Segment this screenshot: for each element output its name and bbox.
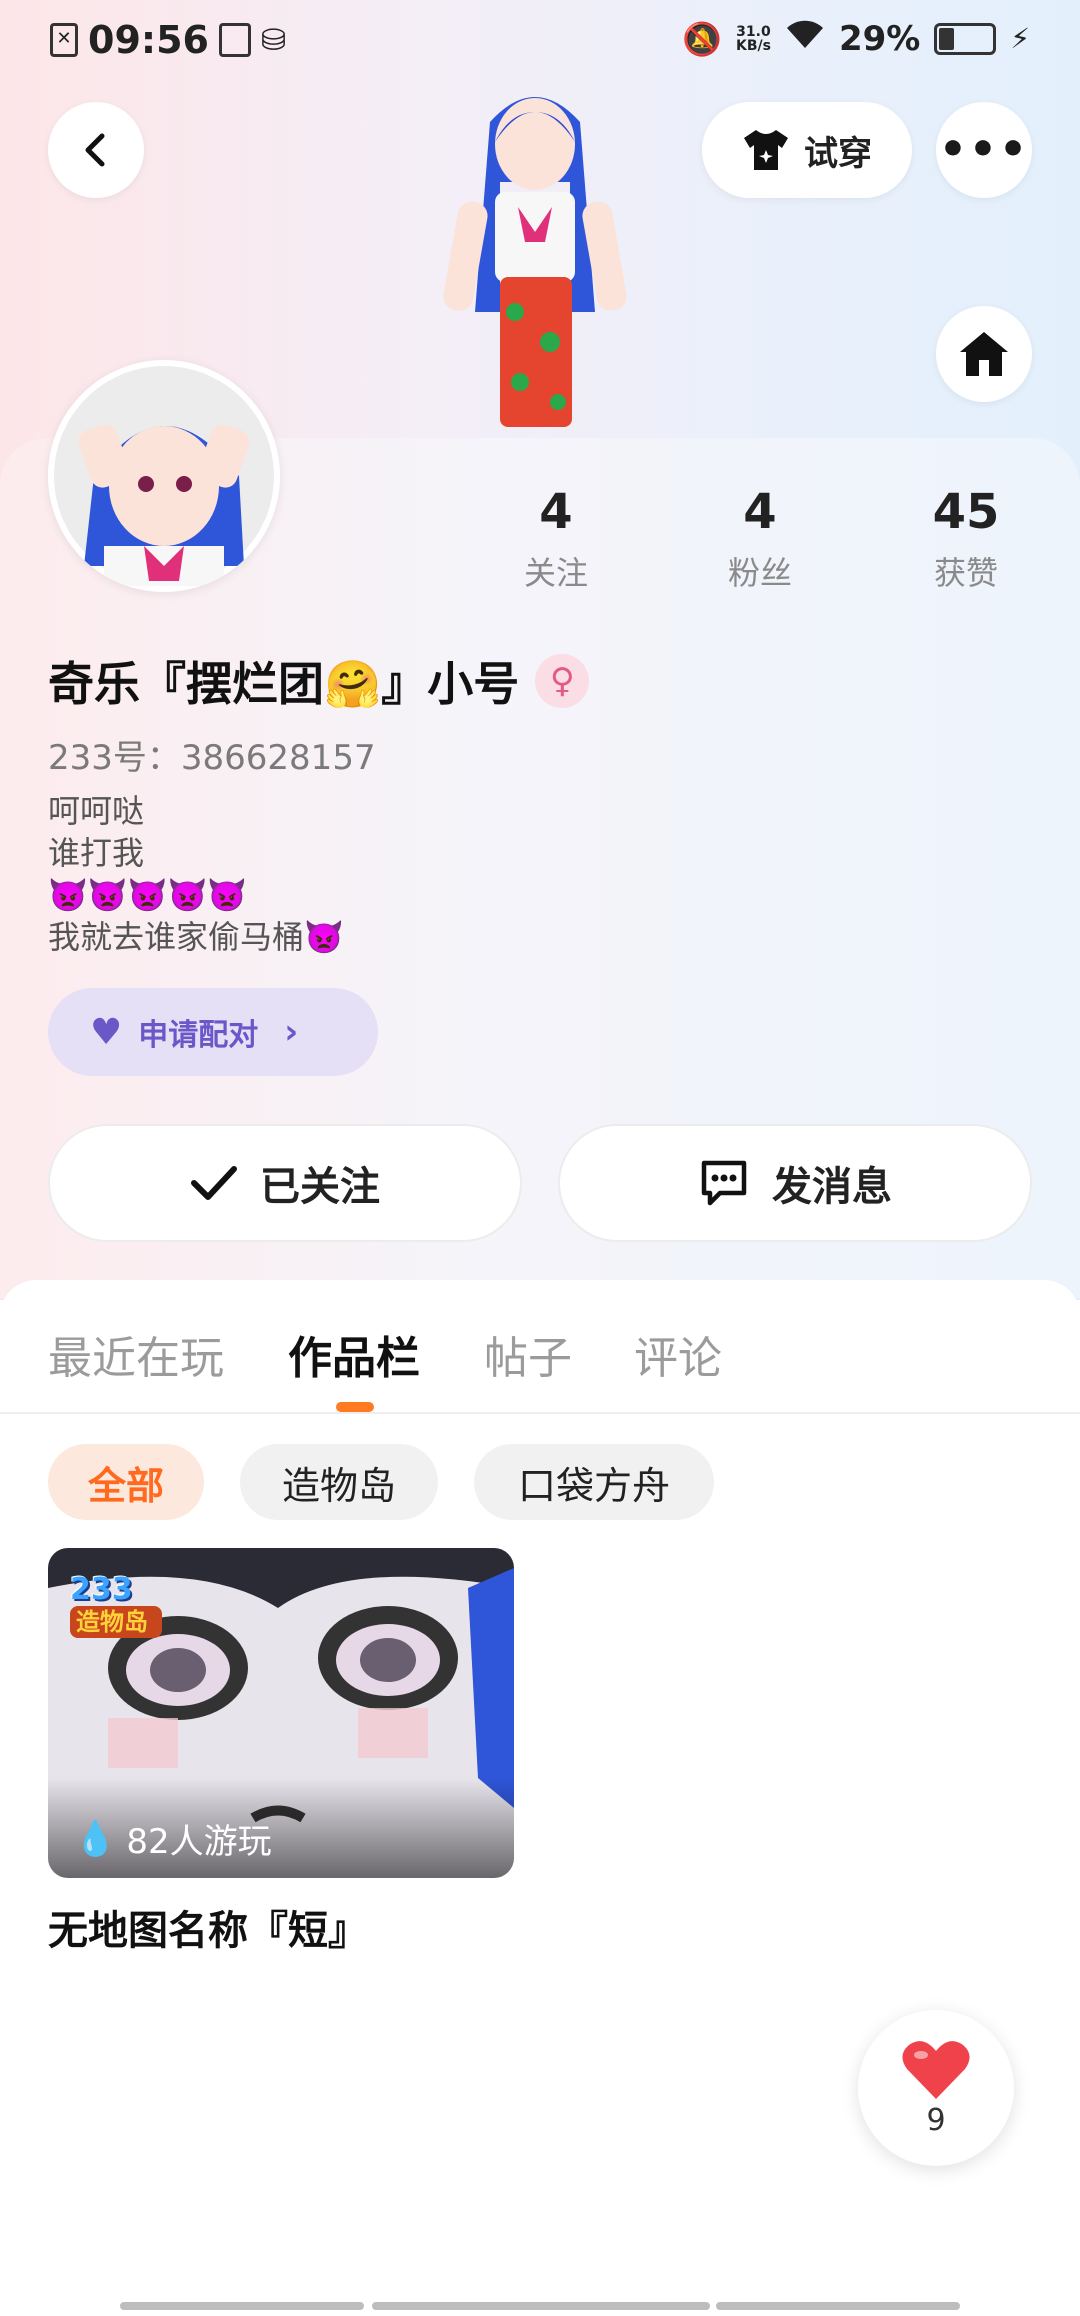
try-on-button[interactable]: 试穿 xyxy=(702,102,912,198)
stat-number: 4 xyxy=(743,484,777,540)
filter-pocket-ark[interactable]: 口袋方舟 xyxy=(474,1444,714,1520)
gesture-bar-right xyxy=(716,2302,960,2310)
logo-233: 233 xyxy=(70,1572,133,1607)
check-icon xyxy=(191,1166,237,1200)
stat-label: 获赞 xyxy=(933,554,998,592)
gesture-bar-left xyxy=(120,2302,364,2310)
charging-icon: ⚡ xyxy=(1010,22,1030,55)
stat-followers[interactable]: 4 粉丝 xyxy=(690,484,830,594)
tab-works[interactable]: 作品栏 xyxy=(288,1322,420,1386)
like-count: 9 xyxy=(926,2102,946,2138)
tab-recently-played[interactable]: 最近在玩 xyxy=(48,1322,224,1386)
tshirt-icon xyxy=(744,130,788,170)
more-button[interactable]: ••• xyxy=(936,102,1032,198)
back-button[interactable] xyxy=(48,102,144,198)
app-notification-icon xyxy=(218,23,251,57)
gesture-bar-center xyxy=(372,2302,710,2310)
profile-name: 奇乐『摆烂团🤗』小号 xyxy=(48,657,520,711)
creation-island-logo: 233 造物岛 xyxy=(70,1574,162,1644)
battery-icon xyxy=(934,22,997,55)
status-time: 09:56 xyxy=(88,18,209,62)
logo-title: 造物岛 xyxy=(70,1606,162,1638)
chat-icon xyxy=(701,1160,747,1206)
net-speed-unit: KB/s xyxy=(735,37,771,54)
home-icon xyxy=(960,332,1008,376)
work-title[interactable]: 无地图名称『短』 xyxy=(48,1898,368,1956)
flame-icon: 💧 xyxy=(74,1818,117,1859)
apply-match-label: 申请配对 xyxy=(138,1018,259,1053)
status-left: ✕ 09:56 ⛁ xyxy=(50,18,286,62)
try-on-label: 试穿 xyxy=(804,133,872,174)
chevron-right-icon: › xyxy=(284,1012,299,1052)
avatar[interactable] xyxy=(48,360,280,592)
tab-divider xyxy=(0,1412,1080,1414)
stat-number: 4 xyxy=(539,484,573,540)
stat-likes[interactable]: 45 获赞 xyxy=(896,484,1036,594)
storage-icon: ⛁ xyxy=(260,22,287,58)
battery-percent: 29% xyxy=(838,18,921,59)
net-speed: 31.0 KB/s xyxy=(736,25,771,53)
net-speed-value: 31.0 xyxy=(736,23,771,40)
bio: 呵呵哒 谁打我 👿👿👿👿👿 我就去谁家偷马桶👿 xyxy=(48,792,344,956)
following-label: 已关注 xyxy=(260,1164,380,1210)
work-card[interactable]: 233 造物岛 💧 82人游玩 xyxy=(48,1548,514,1878)
like-button[interactable]: 9 xyxy=(858,2010,1014,2166)
status-right: 🔕 31.0 KB/s 29% ⚡ xyxy=(682,18,1030,59)
filter-creation-island[interactable]: 造物岛 xyxy=(240,1444,438,1520)
status-bar: ✕ 09:56 ⛁ 🔕 31.0 KB/s 29% ⚡ xyxy=(0,0,1080,84)
stat-label: 关注 xyxy=(523,554,588,592)
user-id[interactable]: 233号：386628157 xyxy=(48,730,376,779)
chevron-left-icon xyxy=(85,133,105,167)
female-gender-icon: ♀ xyxy=(535,654,590,708)
more-dots-icon: ••• xyxy=(938,124,1030,175)
wifi-icon xyxy=(785,18,825,59)
battery-fill xyxy=(939,27,955,50)
active-tab-indicator xyxy=(336,1402,374,1412)
players-count-text: 82人游玩 xyxy=(126,1822,272,1862)
heart-icon: ♥ xyxy=(90,1011,123,1053)
heart-icon xyxy=(902,2040,970,2099)
profile-name-row: 奇乐『摆烂团🤗』小号 ♀ xyxy=(48,648,590,714)
apply-match-button[interactable]: ♥ 申请配对 › xyxy=(48,988,378,1076)
stat-label: 粉丝 xyxy=(727,554,792,592)
stat-number: 45 xyxy=(932,484,1000,540)
tab-posts[interactable]: 帖子 xyxy=(484,1322,572,1386)
sim-icon: ✕ xyxy=(50,23,78,57)
avatar-3d-figure[interactable] xyxy=(420,82,650,442)
mute-icon: 🔕 xyxy=(682,19,722,58)
send-message-button[interactable]: 发消息 xyxy=(558,1124,1032,1242)
stat-following[interactable]: 4 关注 xyxy=(486,484,626,594)
home-button[interactable] xyxy=(936,306,1032,402)
following-button[interactable]: 已关注 xyxy=(48,1124,522,1242)
filter-all[interactable]: 全部 xyxy=(48,1444,204,1520)
send-message-label: 发消息 xyxy=(772,1164,892,1210)
tab-comments[interactable]: 评论 xyxy=(634,1322,722,1386)
players-count: 💧 82人游玩 xyxy=(74,1814,272,1863)
